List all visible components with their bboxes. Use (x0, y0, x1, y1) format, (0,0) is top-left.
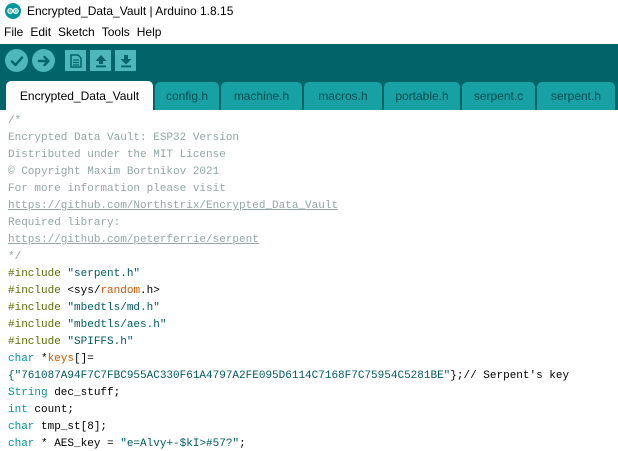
tab-encrypted-data-vault[interactable]: Encrypted_Data_Vault (6, 81, 153, 110)
code-line: /* (8, 115, 22, 127)
new-sketch-button[interactable] (65, 50, 86, 71)
code-line: int count; (8, 402, 74, 419)
code-line: For more information please visit (8, 183, 226, 195)
code-token: char (8, 353, 35, 365)
menu-tools[interactable]: Tools (98, 25, 133, 39)
window-title: Encrypted_Data_Vault | Arduino 1.8.15 (27, 4, 234, 18)
tab-machine-h[interactable]: machine.h (221, 82, 302, 110)
code-token: {"761087A94F7C7FBC955AC330F61A4797A2FE09… (8, 370, 451, 382)
code-token: "serpent.h" (67, 268, 141, 280)
code-line: #include "mbedtls/md.h" (8, 300, 160, 317)
code-token: "e=Alvy+-$kI>#57?" (120, 438, 240, 450)
tab-serpent-c[interactable]: serpent.c (462, 82, 535, 110)
toolbar (0, 44, 618, 77)
save-button[interactable] (115, 50, 136, 71)
code-line: Distributed under the MIT License (8, 149, 226, 161)
code-token: random (100, 285, 141, 297)
arrow-down-icon (120, 54, 131, 67)
menu-help[interactable]: Help (133, 25, 165, 39)
code-line: Required library: (8, 217, 121, 229)
code-token: #include (8, 319, 61, 331)
code-token: dec_stuff; (47, 387, 121, 399)
code-line: #include "SPIFFS.h" (8, 334, 133, 351)
code-token: keys (47, 353, 75, 365)
code-token: <sys/ (67, 285, 101, 297)
code-line: #include "mbedtls/aes.h" (8, 317, 166, 334)
title-bar: Encrypted_Data_Vault | Arduino 1.8.15 (0, 0, 618, 22)
code-link[interactable]: https://github.com/peterferrie/serpent (8, 232, 259, 249)
code-link[interactable]: https://github.com/Northstrix/Encrypted_… (8, 198, 338, 215)
menu-file[interactable]: File (0, 25, 26, 39)
code-token: "SPIFFS.h" (67, 336, 134, 348)
code-line: #include "serpent.h" (8, 266, 140, 283)
code-line: */ (8, 251, 22, 263)
menu-sketch[interactable]: Sketch (54, 25, 98, 39)
code-token: "mbedtls/md.h" (67, 302, 160, 314)
code-token: #include (8, 336, 61, 348)
code-token: tmp_st[8]; (34, 421, 108, 433)
new-file-icon (69, 53, 82, 68)
code-token: []= (74, 353, 94, 365)
code-token: * (34, 353, 48, 365)
code-token: char (8, 421, 35, 433)
code-token: ; (239, 438, 246, 450)
code-token: * AES_key = (34, 438, 121, 450)
code-line: char * AES_key = "e=Alvy+-$kI>#57?"; (8, 436, 246, 451)
tab-config-h[interactable]: config.h (155, 82, 219, 110)
code-token: #include (8, 302, 61, 314)
code-token: .h> (140, 285, 160, 297)
arrow-up-icon (95, 54, 106, 67)
code-line: char *keys[]= (8, 351, 94, 368)
code-line: © Copyright Maxim Bortnikov 2021 (8, 166, 220, 178)
arrow-right-icon (37, 55, 50, 66)
checkmark-icon (10, 55, 23, 66)
code-editor[interactable]: /* Encrypted Data Vault: ESP32 Version D… (0, 110, 618, 451)
code-line: String dec_stuff; (8, 385, 120, 402)
tab-macros-h[interactable]: macros.h (304, 82, 382, 110)
code-token: };// Serpent's key (450, 370, 570, 382)
arduino-logo-icon (5, 3, 21, 19)
verify-button[interactable] (5, 49, 28, 72)
tab-bar: Encrypted_Data_Vault config.h machine.h … (0, 77, 618, 110)
tab-portable-h[interactable]: portable.h (384, 82, 460, 110)
code-token: count; (27, 404, 75, 416)
code-line: {"761087A94F7C7FBC955AC330F61A4797A2FE09… (8, 368, 569, 385)
code-token: String (8, 387, 48, 399)
code-token: "mbedtls/aes.h" (67, 319, 167, 331)
menu-edit[interactable]: Edit (26, 25, 54, 39)
tab-serpent-h[interactable]: serpent.h (537, 82, 615, 110)
code-line: char tmp_st[8]; (8, 419, 107, 436)
open-button[interactable] (90, 50, 111, 71)
code-token: #include (8, 268, 61, 280)
code-line: Encrypted Data Vault: ESP32 Version (8, 132, 240, 144)
code-token: #include (8, 285, 61, 297)
menu-bar: File Edit Sketch Tools Help (0, 22, 618, 42)
code-line: #include <sys/random.h> (8, 283, 160, 300)
code-token: char (8, 438, 35, 450)
upload-button[interactable] (32, 49, 55, 72)
code-token: int (8, 404, 28, 416)
